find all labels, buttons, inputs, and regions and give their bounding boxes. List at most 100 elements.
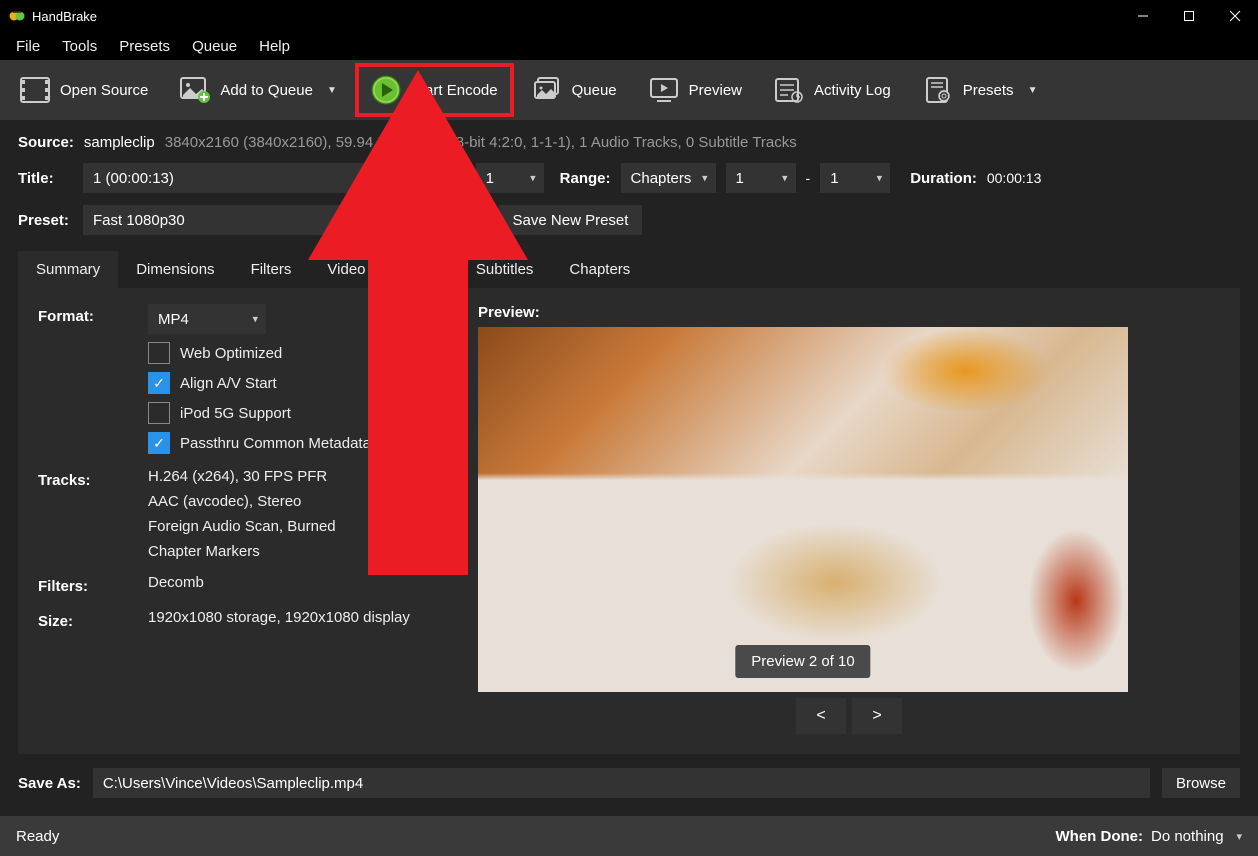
log-icon xyxy=(774,76,804,104)
passthru-metadata-checkbox[interactable]: ✓ Passthru Common Metadata xyxy=(148,432,448,454)
track-line: AAC (avcodec), Stereo xyxy=(148,493,448,510)
menu-presets[interactable]: Presets xyxy=(109,34,180,59)
range-mode-select[interactable]: Chapters xyxy=(621,163,716,193)
image-add-icon xyxy=(180,76,210,104)
tracks-label: Tracks: xyxy=(38,468,128,489)
web-optimized-checkbox[interactable]: Web Optimized xyxy=(148,342,448,364)
body-area: Source: sampleclip 3840x2160 (3840x2160)… xyxy=(0,120,1258,816)
status-bar: Ready When Done: Do nothing xyxy=(0,816,1258,856)
tab-headers: Summary Dimensions Filters Video Audio S… xyxy=(18,251,1240,288)
title-label: Title: xyxy=(18,170,73,187)
checkbox-label: Align A/V Start xyxy=(180,375,277,392)
checkbox-label: iPod 5G Support xyxy=(180,405,291,422)
save-as-label: Save As: xyxy=(18,775,81,792)
close-button[interactable] xyxy=(1212,0,1258,32)
tab-body: Format: MP4 Web Optimized ✓ Align A/V Sta… xyxy=(18,288,1240,816)
preset-row: Preset: Fast 1080p30 Reload Save New Pre… xyxy=(18,205,1240,235)
source-label: Source: xyxy=(18,134,74,151)
checkbox-icon: ✓ xyxy=(148,432,170,454)
when-done-label: When Done: xyxy=(1056,828,1144,845)
activity-log-button[interactable]: Activity Log xyxy=(760,63,905,117)
preview-image: Preview 2 of 10 xyxy=(478,327,1128,692)
save-as-input[interactable] xyxy=(93,768,1150,798)
checkbox-label: Passthru Common Metadata xyxy=(180,435,371,452)
maximize-button[interactable] xyxy=(1166,0,1212,32)
tab-filters[interactable]: Filters xyxy=(233,251,310,288)
track-line: Foreign Audio Scan, Burned xyxy=(148,518,448,535)
preview-label: Preview: xyxy=(478,304,1220,321)
range-dash: - xyxy=(806,170,811,186)
tab-video[interactable]: Video xyxy=(309,251,383,288)
ipod-5g-support-checkbox[interactable]: iPod 5G Support xyxy=(148,402,448,424)
film-icon xyxy=(20,76,50,104)
size-value: 1920x1080 storage, 1920x1080 display xyxy=(148,609,448,626)
preview-counter: Preview 2 of 10 xyxy=(735,645,870,678)
format-select[interactable]: MP4 xyxy=(148,304,266,334)
toolbar-label: Add to Queue xyxy=(220,82,313,99)
reload-preset-button[interactable]: Reload xyxy=(413,205,489,235)
window-title: HandBrake xyxy=(32,9,97,24)
tab-dimensions[interactable]: Dimensions xyxy=(118,251,232,288)
browse-button[interactable]: Browse xyxy=(1162,768,1240,798)
align-av-start-checkbox[interactable]: ✓ Align A/V Start xyxy=(148,372,448,394)
open-source-button[interactable]: Open Source xyxy=(6,63,162,117)
toolbar-label: Queue xyxy=(572,82,617,99)
titlebar: HandBrake xyxy=(0,0,1258,32)
range-from-select[interactable]: 1 xyxy=(726,163,796,193)
gear-icon xyxy=(923,76,953,104)
menu-tools[interactable]: Tools xyxy=(52,34,107,59)
angle-label: Angle: xyxy=(419,170,466,187)
chevron-down-icon: ▼ xyxy=(327,85,337,96)
toolbar-label: Start Encode xyxy=(411,82,498,99)
preview-next-button[interactable]: > xyxy=(852,698,902,734)
checkbox-label: Web Optimized xyxy=(180,345,282,362)
checkbox-icon xyxy=(148,342,170,364)
tab-summary[interactable]: Summary xyxy=(18,251,118,288)
start-encode-button[interactable]: Start Encode xyxy=(355,63,514,117)
checkbox-icon: ✓ xyxy=(148,372,170,394)
play-icon xyxy=(371,76,401,104)
tab-audio[interactable]: Audio xyxy=(384,251,458,288)
source-row: Source: sampleclip 3840x2160 (3840x2160)… xyxy=(18,134,1240,151)
toolbar-label: Activity Log xyxy=(814,82,891,99)
angle-select[interactable]: 1 xyxy=(476,163,544,193)
stack-icon xyxy=(532,76,562,104)
save-as-row: Save As: Browse xyxy=(0,754,1258,816)
preset-label: Preset: xyxy=(18,212,73,229)
toolbar: Open Source Add to Queue ▼ Start Encode … xyxy=(0,60,1258,120)
duration-label: Duration: xyxy=(910,170,977,187)
track-line: H.264 (x264), 30 FPS PFR xyxy=(148,468,448,485)
add-to-queue-button[interactable]: Add to Queue ▼ xyxy=(166,63,350,117)
when-done-select[interactable]: Do nothing xyxy=(1151,828,1242,845)
menubar: File Tools Presets Queue Help xyxy=(0,32,1258,60)
range-label: Range: xyxy=(560,170,611,187)
queue-button[interactable]: Queue xyxy=(518,63,631,117)
screen-icon xyxy=(649,76,679,104)
summary-left-col: Format: MP4 Web Optimized ✓ Align A/V Sta… xyxy=(38,304,448,800)
title-select[interactable]: 1 (00:00:13) xyxy=(83,163,403,193)
preview-prev-button[interactable]: < xyxy=(796,698,846,734)
preview-button[interactable]: Preview xyxy=(635,63,756,117)
preset-select[interactable]: Fast 1080p30 xyxy=(83,205,403,235)
tab-chapters[interactable]: Chapters xyxy=(551,251,648,288)
source-info: 3840x2160 (3840x2160), 59.94 FPS, SDR (8… xyxy=(165,134,797,151)
menu-file[interactable]: File xyxy=(6,34,50,59)
tabs: Summary Dimensions Filters Video Audio S… xyxy=(18,251,1240,816)
presets-button[interactable]: Presets ▼ xyxy=(909,63,1052,117)
checkbox-icon xyxy=(148,402,170,424)
tab-subtitles[interactable]: Subtitles xyxy=(458,251,552,288)
range-to-select[interactable]: 1 xyxy=(820,163,890,193)
toolbar-label: Open Source xyxy=(60,82,148,99)
format-label: Format: xyxy=(38,304,128,325)
track-line: Chapter Markers xyxy=(148,543,448,560)
toolbar-label: Presets xyxy=(963,82,1014,99)
source-name: sampleclip xyxy=(84,134,155,151)
menu-help[interactable]: Help xyxy=(249,34,300,59)
menu-queue[interactable]: Queue xyxy=(182,34,247,59)
status-text: Ready xyxy=(16,828,59,845)
minimize-button[interactable] xyxy=(1120,0,1166,32)
save-new-preset-button[interactable]: Save New Preset xyxy=(499,205,643,235)
toolbar-label: Preview xyxy=(689,82,742,99)
app-icon xyxy=(8,7,26,25)
duration-value: 00:00:13 xyxy=(987,170,1042,186)
